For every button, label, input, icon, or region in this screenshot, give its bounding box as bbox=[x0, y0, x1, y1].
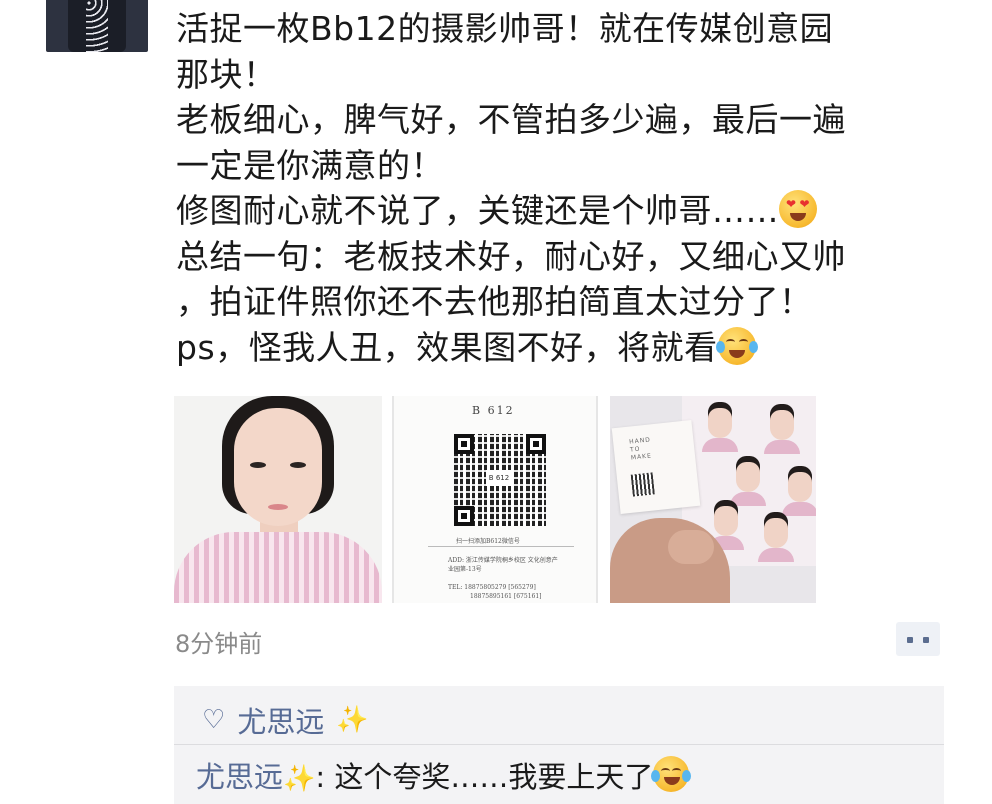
photo-print-sheets[interactable]: HAND TO MAKE bbox=[610, 396, 816, 603]
comment-text: 这个夸奖……我要上天了 bbox=[334, 760, 654, 794]
post-line-6: 总结一句：老板技术好，耐心好，又细心又帅 bbox=[176, 236, 846, 276]
comment-icon bbox=[907, 637, 929, 643]
sparkles-icon: ✨ bbox=[336, 705, 369, 735]
heart-eyes-emoji-icon bbox=[779, 190, 817, 228]
tears-of-joy-emoji-icon bbox=[651, 756, 692, 792]
comment-author[interactable]: 尤思远 bbox=[196, 760, 283, 794]
post-line-1: 活捉一枚Bb12的摄影帅哥！就在传媒创意园 bbox=[176, 9, 834, 48]
likes-row: ♡ 尤思远 ✨ bbox=[202, 699, 369, 741]
comment-button[interactable] bbox=[896, 622, 940, 656]
qr-center-label: B 612 bbox=[486, 470, 512, 486]
heart-icon: ♡ bbox=[202, 705, 226, 735]
interaction-panel: ♡ 尤思远 ✨ 尤思远✨: 这个夸奖……我要上天了 bbox=[174, 686, 944, 804]
post-line-2: 那块！ bbox=[176, 54, 277, 94]
tears-of-joy-emoji-icon bbox=[715, 326, 758, 365]
post-line-7: ，拍证件照你还不去他那拍简直太过分了！ bbox=[176, 282, 813, 321]
card-address: ADD: 浙江传媒学院桐乡校区 文化创意产业园第-13号 bbox=[448, 557, 558, 573]
photo-qr-card[interactable]: B 612 B 612 扫一扫添加B612微信号 ADD: 浙江传媒学院桐乡校区… bbox=[392, 396, 598, 603]
card-tel-2: 18875895161 [675161] bbox=[470, 593, 542, 600]
comment-item[interactable]: 尤思远✨: 这个夸奖……我要上天了 bbox=[196, 754, 692, 796]
card-tagline: 扫一扫添加B612微信号 bbox=[456, 538, 520, 545]
sparkles-icon: ✨ bbox=[283, 764, 316, 794]
card-tel-1: TEL: 18875805279 [565279] bbox=[448, 584, 536, 591]
sheet-card-text: HAND TO MAKE bbox=[628, 436, 653, 462]
card-logo: B 612 bbox=[472, 404, 515, 417]
qr-code-icon: B 612 bbox=[454, 434, 546, 526]
photo-portrait[interactable] bbox=[174, 396, 382, 603]
post-line-8: ps，怪我人丑，效果图不好，将就看 bbox=[176, 327, 718, 367]
like-user[interactable]: 尤思远 bbox=[237, 699, 324, 741]
divider bbox=[174, 744, 944, 745]
post-line-5: 修图耐心就不说了，关键还是个帅哥…… bbox=[176, 191, 779, 230]
post-text: 活捉一枚Bb12的摄影帅哥！就在传媒创意园 那块！ 老板细心，脾气好，不管拍多少… bbox=[176, 6, 936, 370]
post-timestamp: 8分钟前 bbox=[175, 630, 263, 658]
avatar[interactable] bbox=[46, 0, 148, 52]
post-line-4: 一定是你满意的！ bbox=[176, 145, 444, 185]
post-line-3: 老板细心，脾气好，不管拍多少遍，最后一遍 bbox=[176, 100, 846, 139]
